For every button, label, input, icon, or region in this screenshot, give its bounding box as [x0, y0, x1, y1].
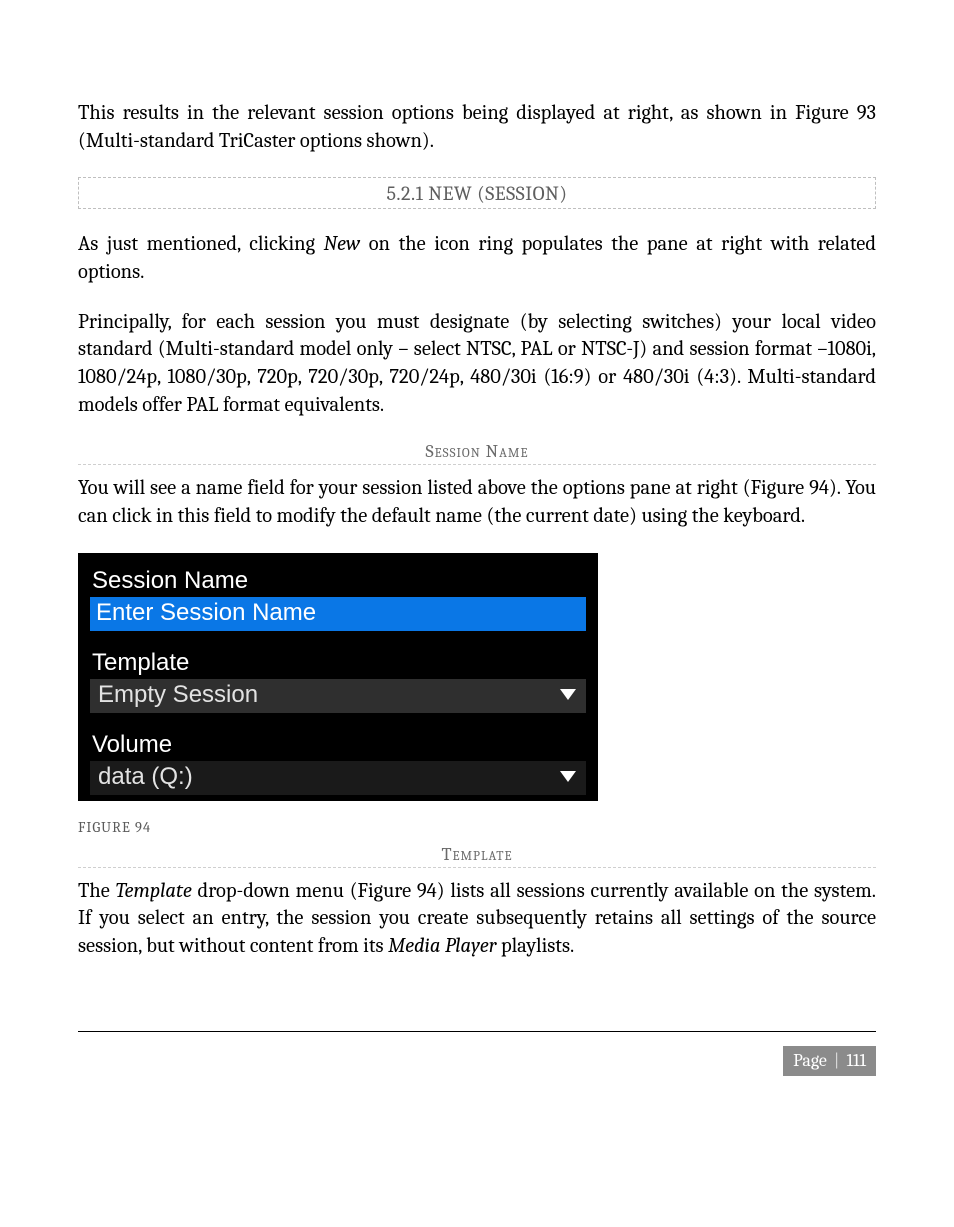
- intro-paragraph: This results in the relevant session opt…: [78, 100, 876, 155]
- text-italic-template: Template: [116, 880, 192, 903]
- footer-divider: [78, 1031, 876, 1032]
- template-select-value: Empty Session: [98, 681, 258, 709]
- text: This results in the relevant session opt…: [78, 102, 795, 125]
- chevron-down-icon: [560, 689, 576, 700]
- figure-94-wrap: Session Name Template Empty Session Volu…: [78, 553, 876, 801]
- session-name-input[interactable]: [90, 597, 586, 631]
- text: As just mentioned, clicking: [78, 233, 324, 256]
- text-italic-new: New: [324, 233, 361, 256]
- template-label: Template: [92, 649, 586, 677]
- paragraph-template-desc: The Template drop-down menu (Figure 94) …: [78, 878, 876, 961]
- subheading-session-name: Session Name: [78, 441, 876, 465]
- text-italic-media-player: Media Player: [388, 935, 496, 958]
- session-options-pane: Session Name Template Empty Session Volu…: [78, 553, 598, 801]
- section-heading-box: 5.2.1 NEW (SESSION): [78, 177, 876, 209]
- figure-caption: FIGURE 94: [78, 819, 876, 836]
- section-heading: 5.2.1 NEW (SESSION): [386, 182, 567, 205]
- subheading-template: Template: [78, 844, 876, 868]
- text: playlists.: [496, 935, 574, 958]
- text: The: [78, 880, 116, 903]
- page-number-box: Page | 111: [783, 1046, 876, 1076]
- template-select[interactable]: Empty Session: [90, 679, 586, 713]
- volume-select-value: data (Q:): [98, 763, 193, 791]
- session-name-label: Session Name: [92, 567, 586, 595]
- paragraph-video-standard: Principally, for each session you must d…: [78, 309, 876, 420]
- page-footer: Page | 111: [78, 1046, 876, 1076]
- chevron-down-icon: [560, 771, 576, 782]
- paragraph-new-click: As just mentioned, clicking New on the i…: [78, 231, 876, 286]
- page-number: 111: [846, 1050, 866, 1071]
- page-label: Page: [793, 1050, 827, 1071]
- paragraph-name-field: You will see a name field for your sessi…: [78, 475, 876, 530]
- divider-bar: |: [830, 1050, 844, 1071]
- volume-label: Volume: [92, 731, 586, 759]
- volume-select[interactable]: data (Q:): [90, 761, 586, 795]
